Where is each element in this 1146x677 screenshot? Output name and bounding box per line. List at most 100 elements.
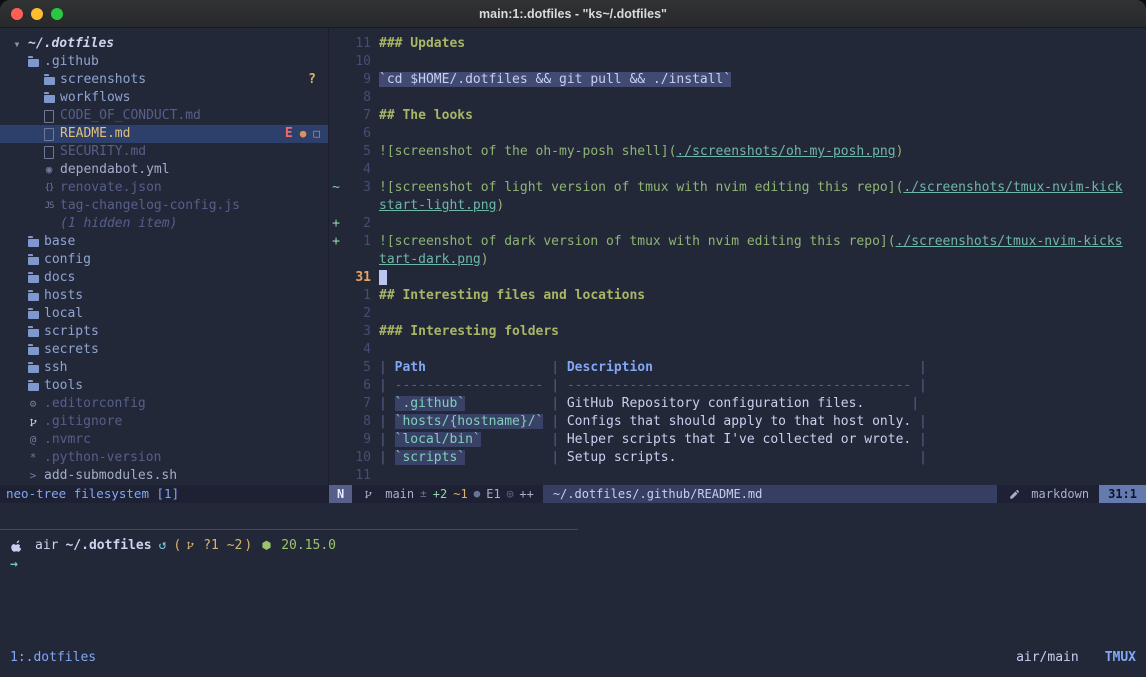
sign-column — [329, 107, 343, 125]
editor-line[interactable]: 10 — [329, 53, 1146, 71]
editor-line[interactable]: 31 — [329, 269, 1146, 287]
line-text: ## The looks — [371, 107, 1146, 125]
tree-item-label: .python-version — [44, 449, 161, 467]
line-number: 9 — [343, 71, 371, 89]
tree-item-label: CODE_OF_CONDUCT.md — [60, 107, 201, 125]
sign-column — [329, 359, 343, 377]
tree-item-python-version[interactable]: *.python-version — [0, 449, 328, 467]
tree-item-github[interactable]: .github — [0, 53, 328, 71]
editor-line[interactable]: 9`cd $HOME/.dotfiles && git pull && ./in… — [329, 71, 1146, 89]
editor-line[interactable]: start-light.png) — [329, 197, 1146, 215]
tree-item-tag-changelog-config-js[interactable]: JStag-changelog-config.js — [0, 197, 328, 215]
editor-line[interactable]: 2 — [329, 305, 1146, 323]
line-text: ## Interesting files and locations — [371, 287, 1146, 305]
tree-item-tools[interactable]: tools — [0, 377, 328, 395]
diff-changed: ~1 — [453, 485, 467, 503]
editor-line[interactable]: 9| `local/bin` | Helper scripts that I'v… — [329, 431, 1146, 449]
tmux-window-name[interactable]: 1:.dotfiles — [10, 649, 96, 667]
diagnostics-icon: ● — [474, 485, 481, 503]
tree-item-security-md[interactable]: SECURITY.md — [0, 143, 328, 161]
tree-item-config[interactable]: config — [0, 251, 328, 269]
prompt-host: air — [35, 537, 58, 555]
spacer — [42, 215, 56, 233]
sign-column — [329, 467, 343, 485]
editor-line[interactable]: 4 — [329, 341, 1146, 359]
tree-item-hosts[interactable]: hosts — [0, 287, 328, 305]
sign-column — [329, 287, 343, 305]
tree-item-secrets[interactable]: secrets — [0, 341, 328, 359]
editor-line[interactable]: 6 — [329, 125, 1146, 143]
tree-item-nvmrc[interactable]: @.nvmrc — [0, 431, 328, 449]
tree-item-dependabot-yml[interactable]: ◉dependabot.yml — [0, 161, 328, 179]
tree-item-scripts[interactable]: scripts — [0, 323, 328, 341]
editor-line[interactable]: 8 — [329, 89, 1146, 107]
tree-item-code-of-conduct-md[interactable]: CODE_OF_CONDUCT.md — [0, 107, 328, 125]
filename: ~/.dotfiles/.github/README.md — [543, 485, 997, 503]
tree-item-label: .gitignore — [44, 413, 122, 431]
tree-item-screenshots[interactable]: screenshots? — [0, 71, 328, 89]
editor-line[interactable]: 10| `scripts` | Setup scripts. | — [329, 449, 1146, 467]
editor-line[interactable]: 5| Path | Description | — [329, 359, 1146, 377]
sign-column — [329, 323, 343, 341]
tmux-label: TMUX — [1105, 649, 1136, 667]
tree-item-base[interactable]: base — [0, 233, 328, 251]
line-number: 31 — [343, 269, 371, 287]
editor-line[interactable]: 11### Updates — [329, 35, 1146, 53]
zoom-button[interactable] — [51, 8, 63, 20]
editor-line[interactable]: 3### Interesting folders — [329, 323, 1146, 341]
line-number: 10 — [343, 53, 371, 71]
tree-item-renovate-json[interactable]: {}renovate.json — [0, 179, 328, 197]
line-number: 11 — [343, 35, 371, 53]
tree-item-1-hidden-item[interactable]: (1 hidden item) — [0, 215, 328, 233]
tree-item-label: SECURITY.md — [60, 143, 146, 161]
filetype: markdown — [1031, 485, 1089, 503]
line-number: 7 — [343, 107, 371, 125]
line-text: ![screenshot of the oh-my-posh shell](./… — [371, 143, 1146, 161]
status-marker: ● — [300, 125, 307, 143]
tree-item-readme-md[interactable]: README.mdE●□ — [0, 125, 328, 143]
editor-line[interactable]: 4 — [329, 161, 1146, 179]
editor-line[interactable]: 11 — [329, 467, 1146, 485]
tree-item-dotfiles[interactable]: ▾~/.dotfiles — [0, 35, 328, 53]
tree-item-workflows[interactable]: workflows — [0, 89, 328, 107]
line-number: 6 — [343, 125, 371, 143]
sign-column — [329, 71, 343, 89]
line-text — [371, 53, 1146, 71]
tree-item-add-submodules-sh[interactable]: >add-submodules.sh — [0, 467, 328, 485]
editor-line[interactable]: 8| `hosts/{hostname}/` | Configs that sh… — [329, 413, 1146, 431]
statusline: N main ± +2 ~1 ● E1 ◎ ++ ~/.dotfiles/.gi… — [329, 485, 1146, 503]
editor-line[interactable]: +1![screenshot of dark version of tmux w… — [329, 233, 1146, 251]
editor-line[interactable]: tart-dark.png) — [329, 251, 1146, 269]
editor-line[interactable]: 7## The looks — [329, 107, 1146, 125]
line-number — [343, 197, 371, 215]
tree-item-ssh[interactable]: ssh — [0, 359, 328, 377]
node-hexagon-icon — [259, 537, 273, 555]
tree-item-label: local — [44, 305, 83, 323]
shell-pane[interactable]: air ~/.dotfiles ↺ (?1 ~2) 20.15.0 → — [10, 536, 1136, 574]
tree-item-gitignore[interactable]: .gitignore — [0, 413, 328, 431]
line-number: 4 — [343, 341, 371, 359]
sign-column — [329, 449, 343, 467]
tree-item-label: ssh — [44, 359, 67, 377]
tree-item-label: .github — [44, 53, 99, 71]
tree-item-label: README.md — [60, 125, 130, 143]
editor-line[interactable]: 5![screenshot of the oh-my-posh shell](.… — [329, 143, 1146, 161]
editor-line[interactable]: 7| `.github` | GitHub Repository configu… — [329, 395, 1146, 413]
tmux-status-bar: 1:.dotfiles air/main TMUX — [0, 647, 1146, 669]
prompt-input-line[interactable]: → — [10, 555, 1136, 574]
window-title: main:1:.dotfiles - "ks~/.dotfiles" — [0, 7, 1146, 21]
folder-icon — [26, 251, 40, 269]
editor-line[interactable]: +2 — [329, 215, 1146, 233]
minimize-button[interactable] — [31, 8, 43, 20]
tree-item-editorconfig[interactable]: ⚙.editorconfig — [0, 395, 328, 413]
tmux-pane-border[interactable] — [0, 529, 578, 530]
editor-line[interactable]: 1## Interesting files and locations — [329, 287, 1146, 305]
editor-line[interactable]: ~3![screenshot of light version of tmux … — [329, 179, 1146, 197]
file-icon — [42, 143, 56, 161]
close-button[interactable] — [11, 8, 23, 20]
tree-item-local[interactable]: local — [0, 305, 328, 323]
editor-line[interactable]: 6| ------------------- | ---------------… — [329, 377, 1146, 395]
editor-buffer[interactable]: 11### Updates109`cd $HOME/.dotfiles && g… — [329, 28, 1146, 485]
tree-item-docs[interactable]: docs — [0, 269, 328, 287]
status-extra-icon: ◎ — [507, 485, 514, 503]
